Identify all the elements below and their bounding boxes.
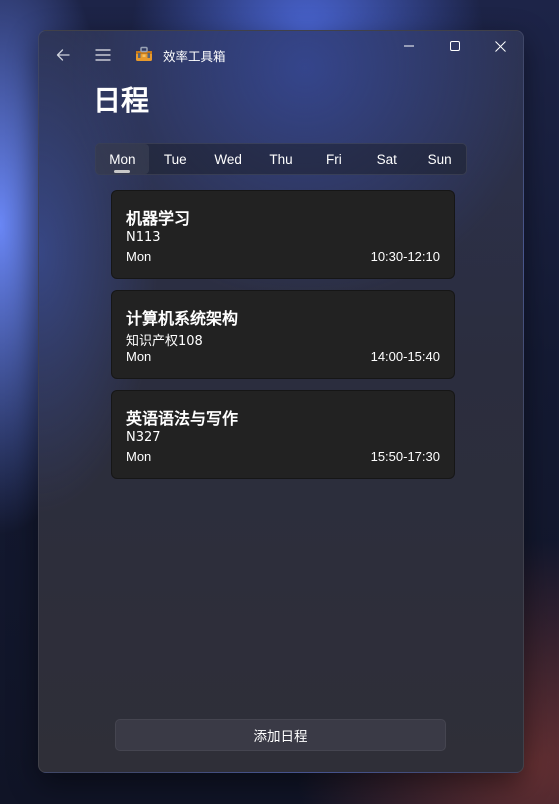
course-day: Mon xyxy=(126,349,152,364)
maximize-icon xyxy=(450,41,460,51)
course-name: 英语语法与写作 xyxy=(126,409,239,428)
course-room: 知识产权108 xyxy=(126,334,203,349)
back-button[interactable] xyxy=(51,43,75,67)
course-name: 机器学习 xyxy=(126,209,191,228)
app-title: 效率工具箱 xyxy=(163,49,226,64)
tab-tue[interactable]: Tue xyxy=(149,144,202,174)
back-arrow-icon xyxy=(56,49,70,61)
course-name: 计算机系统架构 xyxy=(126,309,239,328)
page-title: 日程 xyxy=(93,84,150,117)
tab-sat[interactable]: Sat xyxy=(360,144,413,174)
course-time: 10:30-12:10 xyxy=(370,249,440,264)
schedule-list: 机器学习 N113 Mon 10:30-12:10 计算机系统架构 知识产权10… xyxy=(111,190,455,490)
minimize-button[interactable] xyxy=(386,31,432,61)
tab-mon[interactable]: Mon xyxy=(96,144,149,174)
course-time: 14:00-15:40 xyxy=(370,349,440,364)
toolbox-icon xyxy=(136,46,152,61)
course-day: Mon xyxy=(126,449,152,464)
close-icon xyxy=(494,40,506,52)
tab-thu[interactable]: Thu xyxy=(255,144,308,174)
tab-sun[interactable]: Sun xyxy=(413,144,466,174)
course-time: 15:50-17:30 xyxy=(370,449,440,464)
schedule-card[interactable]: 机器学习 N113 Mon 10:30-12:10 xyxy=(111,190,455,279)
tab-fri[interactable]: Fri xyxy=(307,144,360,174)
schedule-card[interactable]: 英语语法与写作 N327 Mon 15:50-17:30 xyxy=(111,390,455,479)
minimize-icon xyxy=(404,45,414,47)
course-room: N327 xyxy=(126,430,161,445)
tab-wed[interactable]: Wed xyxy=(202,144,255,174)
maximize-button[interactable] xyxy=(432,31,478,61)
menu-button[interactable] xyxy=(91,43,115,67)
hamburger-menu-icon xyxy=(95,49,111,61)
close-button[interactable] xyxy=(477,31,523,61)
course-room: N113 xyxy=(126,230,161,245)
app-window: 效率工具箱 日程 Mon Tue Wed Thu Fri Sat Sun 机器学… xyxy=(38,30,524,773)
course-day: Mon xyxy=(126,249,152,264)
schedule-card[interactable]: 计算机系统架构 知识产权108 Mon 14:00-15:40 xyxy=(111,290,455,379)
title-bar: 效率工具箱 xyxy=(39,31,523,79)
day-selector: Mon Tue Wed Thu Fri Sat Sun xyxy=(95,143,467,175)
add-schedule-button[interactable]: 添加日程 xyxy=(115,719,446,751)
